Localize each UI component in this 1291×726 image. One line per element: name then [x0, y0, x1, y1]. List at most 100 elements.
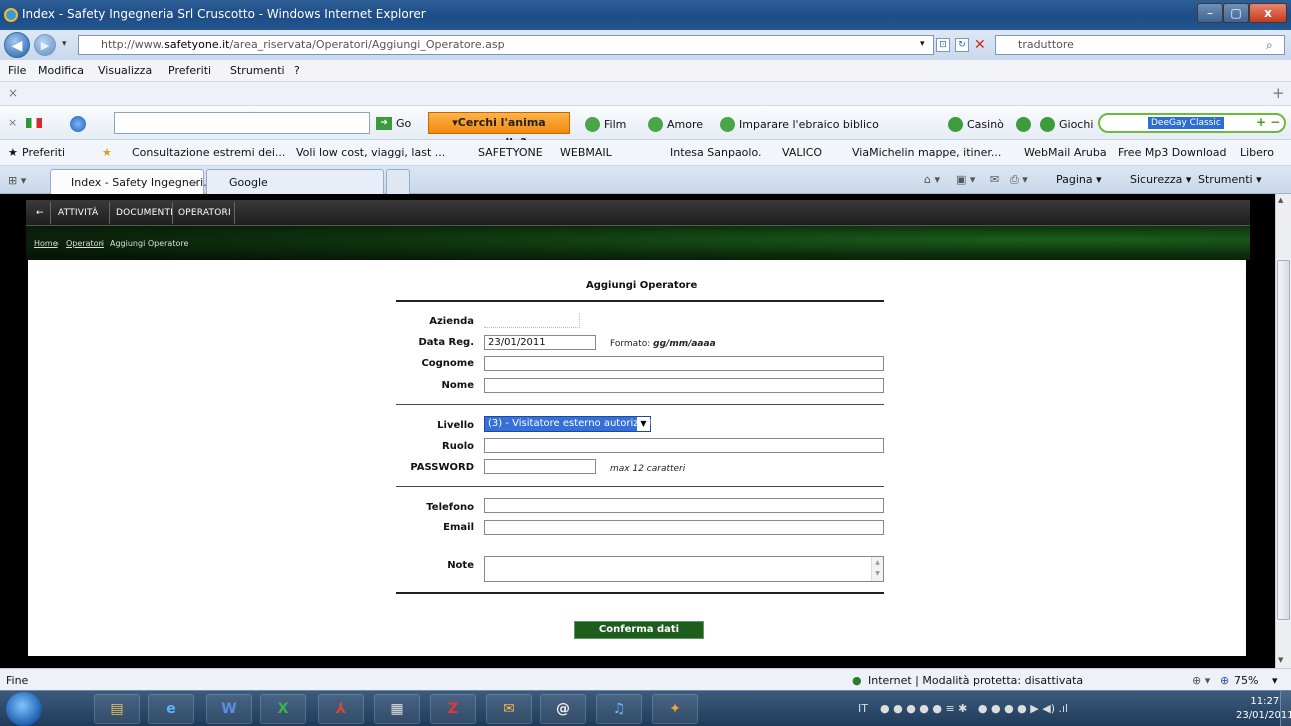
- mail-taskbar-icon[interactable]: ✉: [486, 694, 532, 724]
- giochi-link[interactable]: Giochi: [1040, 117, 1093, 132]
- fav-libero[interactable]: Libero: [1240, 146, 1274, 159]
- excel-taskbar-icon[interactable]: X: [260, 694, 306, 724]
- add-icon[interactable]: +: [1272, 84, 1285, 102]
- fav-intesa[interactable]: Intesa Sanpaolo.: [670, 146, 762, 159]
- mail-icon[interactable]: ✉: [990, 173, 999, 186]
- password-input[interactable]: [484, 459, 596, 474]
- fav-consultazione[interactable]: Consultazione estremi dei...: [132, 146, 285, 159]
- zone-settings-icon[interactable]: ⊕ ▾: [1192, 674, 1210, 687]
- note-textarea[interactable]: ▲ ▼: [484, 556, 884, 582]
- fav-safetyone[interactable]: SAFETYONE: [478, 146, 543, 159]
- fav-viamichelin[interactable]: ViaMichelin mappe, itiner...: [852, 146, 1001, 159]
- nav-attivita[interactable]: ATTIVITÀ: [58, 208, 98, 218]
- fav-webmail[interactable]: WEBMAIL: [560, 146, 612, 159]
- nav-operatori[interactable]: OPERATORI: [178, 208, 231, 218]
- fav-star-icon[interactable]: ★: [8, 146, 18, 159]
- start-button[interactable]: [6, 692, 42, 726]
- tab-google[interactable]: Google: [206, 169, 384, 194]
- fav-valico[interactable]: VALICO: [782, 146, 822, 159]
- menu-strumenti-cmd[interactable]: Strumenti ▾: [1198, 173, 1262, 186]
- feeds-icon[interactable]: ▣ ▾: [956, 173, 975, 186]
- fav-voli[interactable]: Voli low cost, viaggi, last ...: [296, 146, 445, 159]
- add-fav-icon[interactable]: ★: [102, 146, 112, 159]
- history-dropdown-icon[interactable]: ▾: [62, 39, 67, 49]
- deegay-widget[interactable]: DeeGay Classic + −: [1098, 113, 1286, 133]
- nome-input[interactable]: [484, 378, 884, 393]
- tab-close-icon[interactable]: ×: [191, 176, 200, 189]
- toolbar-search-input[interactable]: [114, 112, 370, 134]
- settings-link[interactable]: [1016, 117, 1035, 132]
- ie-taskbar-icon[interactable]: e: [148, 694, 194, 724]
- zoom-dropdown-icon[interactable]: ▾: [1272, 674, 1278, 687]
- scroll-down-icon[interactable]: ▼: [1278, 656, 1283, 664]
- ruolo-input[interactable]: [484, 438, 884, 453]
- close-button[interactable]: x: [1249, 3, 1287, 23]
- breadcrumb-operatori[interactable]: Operatori: [66, 239, 104, 248]
- amore-link[interactable]: Amore: [648, 117, 703, 132]
- go-arrow-icon[interactable]: ➜: [376, 117, 392, 130]
- film-link[interactable]: Film: [585, 117, 626, 132]
- menu-pagina[interactable]: Pagina ▾: [1056, 173, 1102, 186]
- close-addon-icon[interactable]: ×: [8, 116, 17, 129]
- minimize-button[interactable]: –: [1197, 3, 1223, 23]
- menu-visualizza[interactable]: Visualizza: [98, 64, 152, 77]
- explorer-taskbar-icon[interactable]: ▤: [94, 694, 140, 724]
- breadcrumb-home[interactable]: Home: [34, 239, 58, 248]
- security-zone[interactable]: Internet | Modalità protetta: disattivat…: [868, 674, 1083, 687]
- compat-view-icon[interactable]: ⊡: [936, 38, 950, 52]
- close-toolbar-icon[interactable]: ×: [8, 86, 18, 100]
- tray-icons[interactable]: ● ● ● ● ● ≡ ✱ ● ● ● ● ▶ ◀) .ıl: [880, 702, 1068, 715]
- acrobat-taskbar-icon[interactable]: ⅄: [318, 694, 364, 724]
- menu-strumenti[interactable]: Strumenti: [230, 64, 285, 77]
- go-button[interactable]: Go: [396, 117, 411, 130]
- tab-index[interactable]: Index - Safety Ingegneri... ×: [50, 169, 214, 194]
- stop-icon[interactable]: ✕: [974, 37, 986, 53]
- home-icon[interactable]: ⌂ ▾: [924, 173, 940, 186]
- email-input[interactable]: [484, 520, 884, 535]
- search-input[interactable]: traduttore: [995, 35, 1285, 55]
- fav-webmail-aruba[interactable]: WebMail Aruba: [1024, 146, 1107, 159]
- refresh-icon[interactable]: ↻: [955, 38, 969, 52]
- scroll-thumb[interactable]: [1277, 260, 1290, 620]
- flag-icon[interactable]: [26, 118, 42, 128]
- gemella-button[interactable]: ▾Cerchi l'anima gemella?: [428, 112, 570, 149]
- search-icon[interactable]: ⌕: [1266, 38, 1273, 53]
- textarea-scrollbar[interactable]: ▲ ▼: [871, 557, 883, 581]
- cognome-input[interactable]: [484, 356, 884, 371]
- quick-tabs-icon[interactable]: ⊞ ▾: [8, 174, 26, 187]
- favorites-button[interactable]: Preferiti: [22, 146, 65, 159]
- globe-icon[interactable]: [70, 116, 86, 132]
- livello-select[interactable]: (3) - Visitatore esterno autorizzato ▼: [484, 416, 660, 432]
- show-desktop-button[interactable]: [1280, 691, 1291, 726]
- filezilla-taskbar-icon[interactable]: Z: [430, 694, 476, 724]
- at-taskbar-icon[interactable]: @: [540, 694, 586, 724]
- menu-help[interactable]: ?: [294, 64, 300, 77]
- zoom-level[interactable]: 75%: [1234, 674, 1258, 687]
- plus-minus-icon[interactable]: + −: [1256, 115, 1280, 129]
- address-input[interactable]: http://www.safetyone.it/area_riservata/O…: [78, 35, 934, 55]
- address-dropdown-icon[interactable]: ▾: [920, 39, 925, 49]
- azienda-select[interactable]: [484, 313, 580, 328]
- menu-sicurezza[interactable]: Sicurezza ▾: [1130, 173, 1191, 186]
- forward-button[interactable]: ▶: [34, 34, 56, 56]
- submit-button[interactable]: Conferma dati Immessi: [574, 621, 704, 651]
- menu-file[interactable]: File: [8, 64, 26, 77]
- print-icon[interactable]: ⎙ ▾: [1010, 173, 1028, 187]
- word-taskbar-icon[interactable]: W: [206, 694, 252, 724]
- new-tab-button[interactable]: [386, 169, 410, 194]
- scroll-up-icon[interactable]: ▲: [1278, 196, 1283, 204]
- nav-back[interactable]: ←: [36, 208, 44, 218]
- menu-modifica[interactable]: Modifica: [38, 64, 84, 77]
- casino-link[interactable]: Casinò: [948, 117, 1004, 132]
- app-taskbar-icon[interactable]: ✦: [652, 694, 698, 724]
- telefono-input[interactable]: [484, 498, 884, 513]
- fav-mp3[interactable]: Free Mp3 Download: [1118, 146, 1227, 159]
- datareg-input[interactable]: 23/01/2011: [484, 335, 596, 350]
- itunes-taskbar-icon[interactable]: ♫: [596, 694, 642, 724]
- page-scrollbar[interactable]: ▲ ▼: [1275, 194, 1291, 668]
- menu-preferiti[interactable]: Preferiti: [168, 64, 211, 77]
- notepad-taskbar-icon[interactable]: ▦: [374, 694, 420, 724]
- back-button[interactable]: ◀: [4, 32, 30, 58]
- nav-documenti[interactable]: DOCUMENTI: [116, 208, 173, 218]
- ebraico-link[interactable]: Imparare l'ebraico biblico: [720, 117, 879, 132]
